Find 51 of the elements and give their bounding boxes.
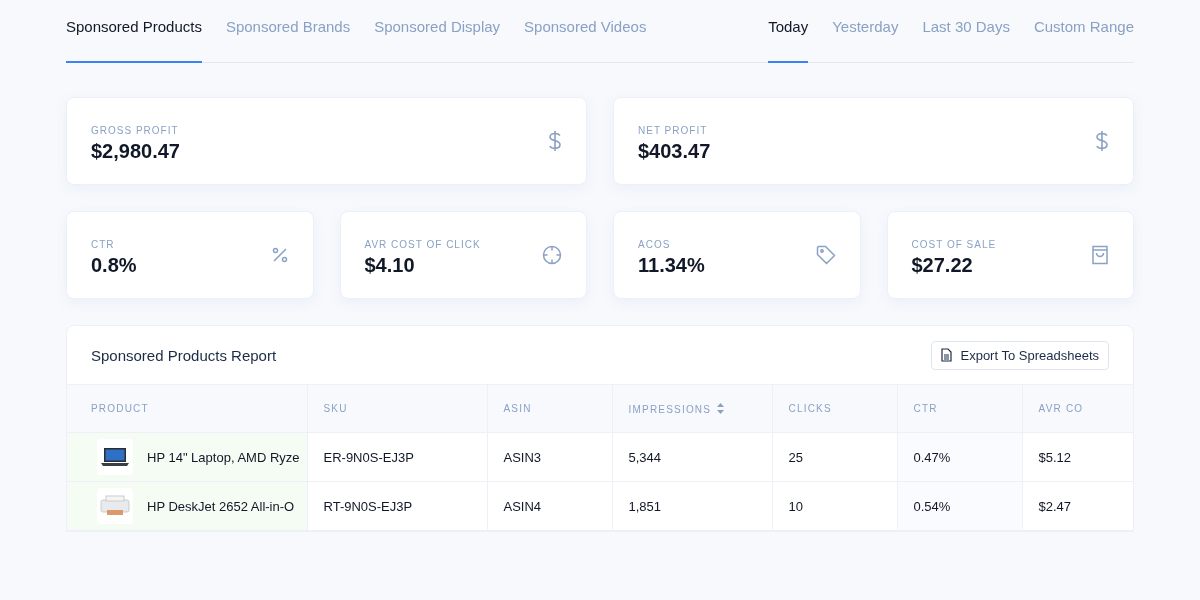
table-cell: ER-9N0S-EJ3P <box>307 432 487 482</box>
stat-label: COST OF SALE <box>911 239 997 250</box>
stat-label: CTR <box>91 239 116 250</box>
stat-value: $27.22 <box>911 254 974 277</box>
campaign-tab[interactable]: Sponsored Display <box>374 0 501 63</box>
column-header: SKU <box>307 384 487 433</box>
column-header: AVR CO <box>1022 384 1133 433</box>
laptop-drawing <box>97 439 133 475</box>
date-range-tab[interactable]: Custom Range <box>1033 0 1134 63</box>
campaign-tab[interactable]: Sponsored Videos <box>524 0 647 63</box>
table-cell: 0.54% <box>897 481 1022 531</box>
campaign-tab[interactable]: Sponsored Products <box>66 0 202 63</box>
stat-value: $403.47 <box>638 140 711 163</box>
column-header: CTR <box>897 384 1022 433</box>
date-range-tab[interactable]: Today <box>768 0 809 63</box>
stat-label: AVR COST OF CLICK <box>364 239 481 250</box>
stat-value: 11.34% <box>638 254 705 277</box>
dollar-icon <box>548 130 562 152</box>
stat-label: ACOS <box>638 239 672 250</box>
table-cell: ASIN3 <box>487 432 612 482</box>
percent-icon <box>270 246 289 264</box>
column-header: ASIN <box>487 384 612 433</box>
table-cell: 10 <box>772 481 897 531</box>
table-cell: 5,344 <box>612 432 772 482</box>
table-cell: 1,851 <box>612 481 772 531</box>
document-icon <box>941 348 953 362</box>
stat-value: $2,980.47 <box>91 140 180 163</box>
dollar-icon <box>1095 130 1109 152</box>
tag-icon <box>815 245 836 265</box>
product-name: HP DeskJet 2652 All-in-O <box>147 498 295 514</box>
stat-value: 0.8% <box>91 254 137 277</box>
stat-label: GROSS PROFIT <box>91 125 180 136</box>
printer-drawing <box>97 488 133 524</box>
product-name: HP 14" Laptop, AMD Ryze <box>147 449 300 465</box>
column-header: PRODUCT <box>67 384 307 433</box>
column-header[interactable]: IMPRESSIONS <box>612 384 772 433</box>
campaign-tab[interactable]: Sponsored Brands <box>225 0 351 63</box>
column-header: CLICKS <box>772 384 897 433</box>
stat-value: $4.10 <box>364 254 416 277</box>
sort-icon <box>717 402 725 414</box>
export-button[interactable]: Export To Spreadsheets <box>931 340 1109 370</box>
report-title: Sponsored Products Report <box>91 346 277 364</box>
crosshair-icon <box>542 245 562 265</box>
table-cell: 25 <box>772 432 897 482</box>
date-range-tab[interactable]: Last 30 Days <box>922 0 1010 63</box>
shopping-bag-icon <box>1091 245 1109 265</box>
table-cell: ASIN4 <box>487 481 612 531</box>
table-cell: RT-9N0S-EJ3P <box>307 481 487 531</box>
table-cell: 0.47% <box>897 432 1022 482</box>
date-range-tab[interactable]: Yesterday <box>832 0 899 63</box>
stat-label: NET PROFIT <box>638 125 709 136</box>
